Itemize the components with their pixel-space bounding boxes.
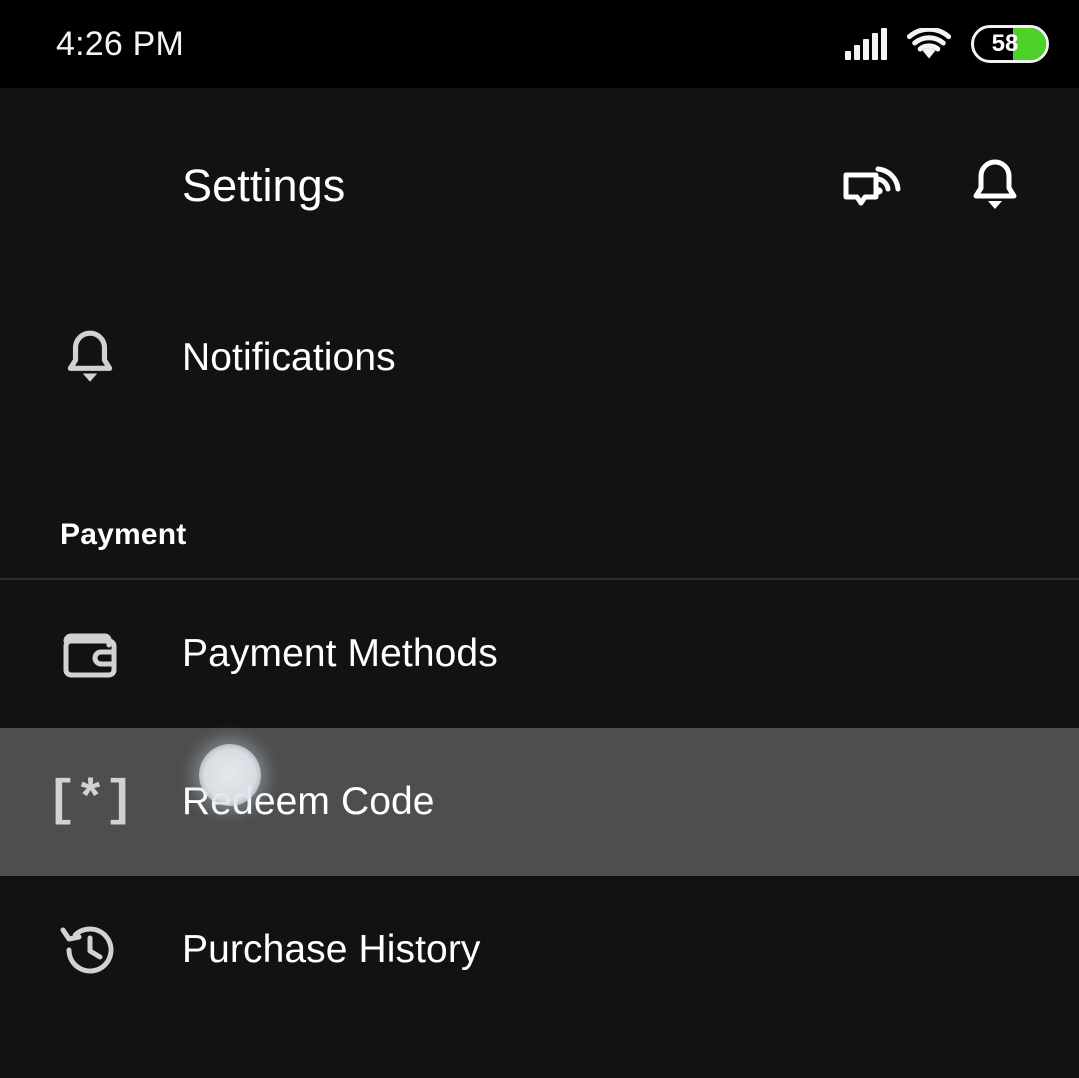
notifications-button[interactable] <box>963 154 1027 218</box>
code-brackets-icon: [*] <box>56 777 124 827</box>
battery-icon: 58 <box>971 25 1049 63</box>
header-actions <box>841 154 1027 218</box>
status-bar-indicators: 58 <box>845 25 1049 63</box>
status-bar-clock: 4:26 PM <box>56 27 184 61</box>
signal-bars-icon <box>845 28 887 60</box>
battery-level-text: 58 <box>974 32 1046 56</box>
wifi-icon <box>907 28 951 61</box>
settings-row-purchase-history[interactable]: Purchase History <box>0 876 1079 1024</box>
section-spacer <box>0 432 1079 518</box>
settings-list: Notifications Payment Payment Methods [*… <box>0 284 1079 1078</box>
section-header-payment: Payment <box>0 518 1079 578</box>
list-bottom-space <box>0 1024 1079 1078</box>
status-bar: 4:26 PM 58 <box>0 0 1079 88</box>
settings-row-payment-methods[interactable]: Payment Methods <box>0 580 1079 728</box>
bell-outline-icon <box>56 327 124 389</box>
page-title: Settings <box>182 160 345 212</box>
wallet-icon <box>56 627 124 681</box>
code-brackets-glyph: [*] <box>47 777 134 827</box>
phone-screen: 4:26 PM 58 Settings <box>0 0 1079 1078</box>
settings-row-label: Redeem Code <box>182 780 435 824</box>
cast-button[interactable] <box>841 154 905 218</box>
settings-row-notifications[interactable]: Notifications <box>0 284 1079 432</box>
cast-icon <box>842 161 904 211</box>
settings-row-label: Notifications <box>182 336 396 380</box>
settings-row-label: Payment Methods <box>182 632 498 676</box>
app-header: Settings <box>0 88 1079 284</box>
bell-icon <box>967 156 1023 216</box>
settings-row-label: Purchase History <box>182 928 481 972</box>
history-clock-icon <box>56 919 124 981</box>
settings-row-redeem-code[interactable]: [*] Redeem Code <box>0 728 1079 876</box>
